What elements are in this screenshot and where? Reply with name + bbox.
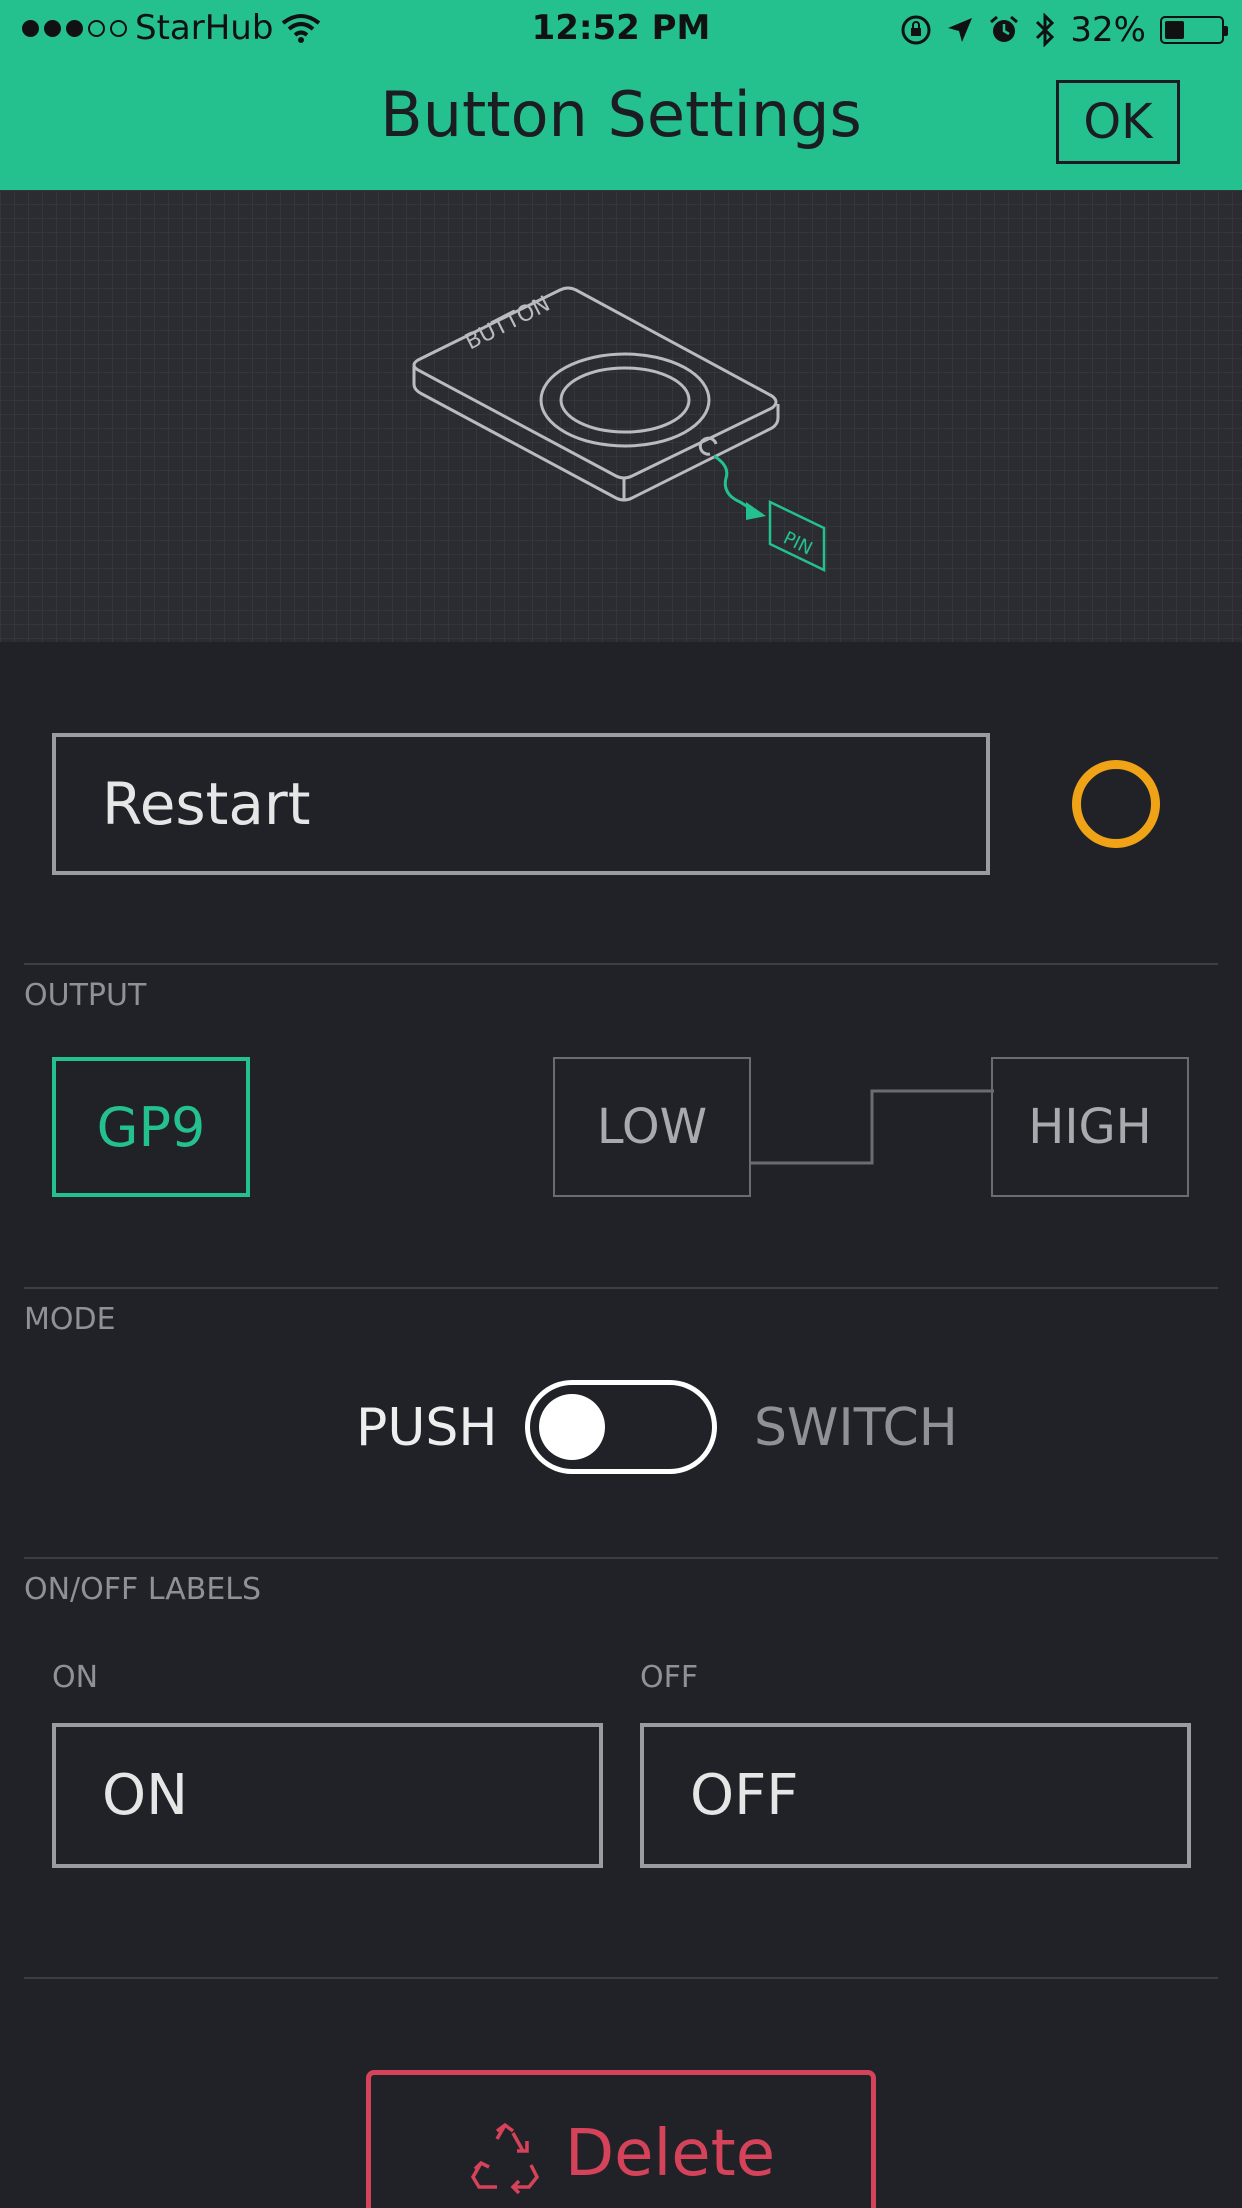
divider: [24, 1977, 1218, 1979]
button-settings-screen: StarHub 12:52 PM 32% Button Settings OK …: [0, 0, 1242, 2208]
divider: [24, 1287, 1218, 1289]
header-bar: StarHub 12:52 PM 32% Button Settings OK: [0, 0, 1242, 190]
divider: [24, 1557, 1218, 1559]
recycle-icon: [470, 2122, 539, 2195]
pin-tag-label: PIN: [780, 528, 816, 560]
toggle-knob: [539, 1394, 605, 1460]
battery-icon: [1160, 16, 1228, 44]
high-value-field[interactable]: HIGH: [991, 1057, 1189, 1197]
mode-section-label: MODE: [24, 1302, 116, 1337]
device-label: BUTTON: [461, 292, 554, 356]
location-icon: [948, 18, 973, 42]
orientation-lock-icon: [901, 15, 931, 45]
off-label-input[interactable]: OFF: [640, 1723, 1191, 1868]
low-value-field[interactable]: LOW: [553, 1057, 751, 1197]
switch-mode-label[interactable]: SWITCH: [754, 1398, 958, 1458]
battery-percent: 32%: [1070, 10, 1146, 50]
delete-button[interactable]: Delete: [366, 2070, 876, 2208]
status-bar: StarHub 12:52 PM 32%: [0, 0, 1242, 60]
divider: [24, 963, 1218, 965]
button-device-illustration: BUTTON PIN: [412, 286, 826, 572]
push-mode-label[interactable]: PUSH: [356, 1398, 498, 1458]
mode-toggle-row: PUSH SWITCH: [0, 1380, 1242, 1480]
mode-toggle-switch[interactable]: [525, 1380, 717, 1474]
color-picker-button[interactable]: [1072, 760, 1160, 848]
alarm-icon: [990, 15, 1019, 42]
low-high-connector: [750, 1089, 994, 1165]
on-label-input[interactable]: ON: [52, 1723, 603, 1868]
delete-label: Delete: [564, 2117, 776, 2191]
on-label-caption: ON: [52, 1660, 99, 1695]
ok-button[interactable]: OK: [1056, 80, 1180, 164]
labels-section-label: ON/OFF LABELS: [24, 1572, 262, 1607]
output-section-label: OUTPUT: [24, 978, 147, 1013]
widget-name-input[interactable]: Restart: [52, 733, 990, 875]
widget-preview: BUTTON PIN: [0, 190, 1242, 642]
status-right: 32%: [900, 10, 1228, 50]
pin-selector[interactable]: GP9: [52, 1057, 250, 1197]
bluetooth-icon: [1036, 13, 1055, 47]
off-label-caption: OFF: [640, 1660, 699, 1695]
